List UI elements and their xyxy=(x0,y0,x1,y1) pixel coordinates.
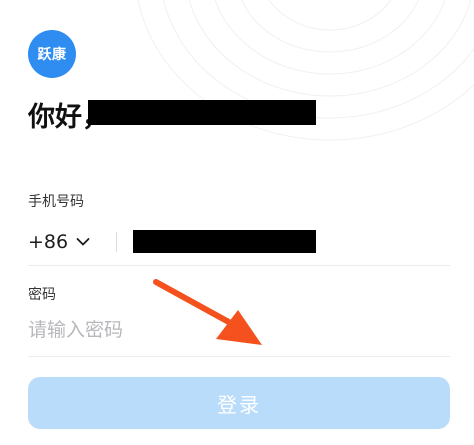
app-logo-text: 跃康 xyxy=(37,47,67,63)
phone-number-field[interactable] xyxy=(133,230,316,253)
country-code-value: +86 xyxy=(28,231,69,253)
redacted-username xyxy=(88,100,316,125)
app-logo: 跃康 xyxy=(28,30,76,78)
chevron-down-icon xyxy=(76,238,90,246)
login-button[interactable]: 登录 xyxy=(28,377,450,429)
greeting-heading: 你好， xyxy=(28,96,316,133)
password-label: 密码 xyxy=(28,287,56,303)
phone-field-divider xyxy=(116,232,117,252)
password-field-underline xyxy=(28,356,450,357)
password-input[interactable] xyxy=(28,314,388,346)
country-code-selector[interactable]: +86 xyxy=(28,228,90,256)
phone-field-underline xyxy=(28,265,450,266)
phone-label: 手机号码 xyxy=(28,194,84,210)
